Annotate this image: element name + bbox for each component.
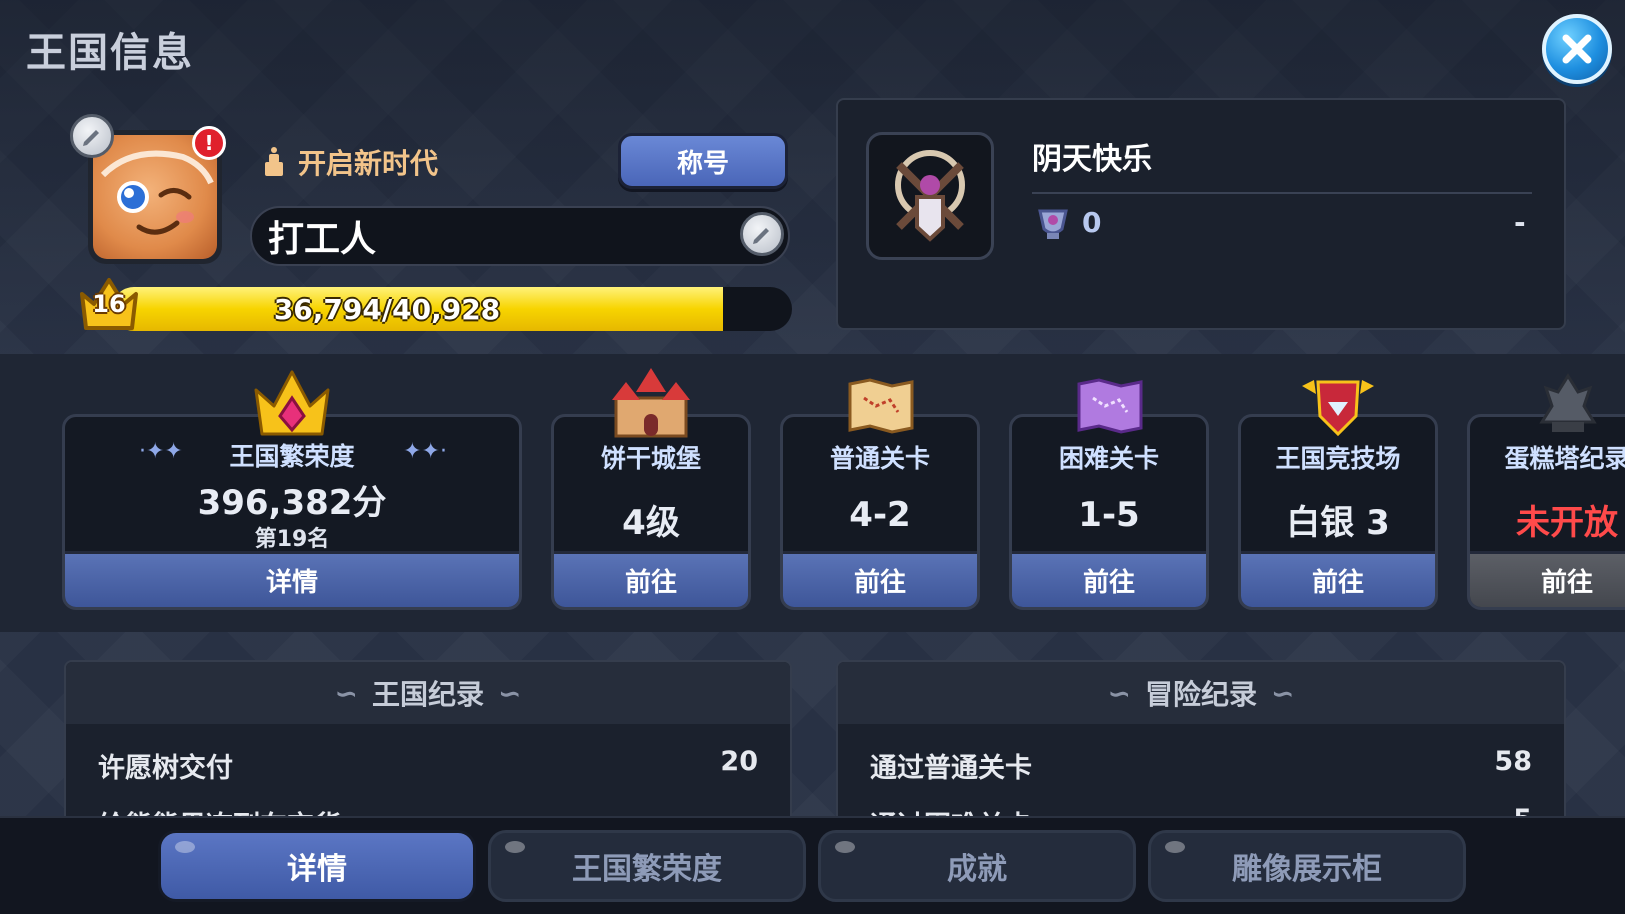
crown-icon [254, 370, 330, 436]
normal-stage-go-button[interactable]: 前往 [783, 551, 977, 607]
tab-details[interactable]: 详情 [158, 830, 476, 902]
swirl-left-icon: ∽ [334, 676, 358, 710]
card-value: 1-5 [1078, 495, 1140, 535]
hard-map-icon [1077, 378, 1143, 434]
card-value: 4级 [622, 503, 680, 543]
swirl-right-icon: ∽ [1271, 676, 1295, 710]
guild-divider [1032, 192, 1532, 194]
tab-label: 雕像展示柜 [1232, 852, 1382, 887]
record-row: 许愿树交付 20 [98, 746, 758, 785]
guild-emblem[interactable] [866, 132, 994, 260]
prosperity-rank: 第19名 [254, 527, 330, 552]
edit-avatar-button[interactable] [70, 114, 114, 158]
tab-label: 成就 [947, 852, 1007, 887]
close-button[interactable] [1542, 14, 1612, 84]
edit-name-button[interactable] [740, 212, 784, 256]
kingdom-record-header: ∽ 王国纪录 ∽ [66, 662, 790, 724]
record-row: 通过普通关卡 58 [870, 746, 1532, 785]
epithet-text: 开启新时代 [298, 147, 439, 180]
castle-go-button[interactable]: 前往 [554, 551, 748, 607]
record-label: 许愿树交付 [98, 753, 233, 784]
cake-tower-icon [1539, 373, 1597, 432]
card-prosperity: 王国繁荣度 ·✦✦ ✦✦· 396,382分 第19名 详情 [62, 414, 522, 610]
cake-tower-go-button[interactable]: 前往 [1470, 551, 1625, 607]
guild-name: 阴天快乐 [1032, 142, 1152, 177]
gloss-highlight [835, 841, 855, 853]
page-title: 王国信息 [26, 30, 194, 76]
epithet: 开启新时代 [262, 142, 438, 182]
card-arena: 王国竞技场 白银 3 前往 [1238, 414, 1438, 610]
card-castle: 饼干城堡 4级 前往 [551, 414, 751, 610]
swirl-right-icon: ∽ [498, 676, 522, 710]
adventure-record-title: 冒险纪录 [1144, 678, 1257, 711]
level-number: 16 [92, 290, 126, 318]
swirl-left-icon: ∽ [1107, 676, 1131, 710]
guild-rank: - [1514, 206, 1526, 239]
card-label: 王国竞技场 [1275, 444, 1401, 473]
kingdom-record-title: 王国纪录 [371, 678, 484, 711]
card-label: 王国繁荣度 [229, 442, 355, 471]
xp-text: 36,794/40,928 [273, 292, 501, 326]
title-button[interactable]: 称号 [618, 133, 788, 189]
card-value: 白银 3 [1286, 503, 1390, 543]
card-normal-stage: 普通关卡 4-2 前往 [780, 414, 980, 610]
card-label: 困难关卡 [1058, 444, 1159, 473]
card-hard-stage: 困难关卡 1-5 前往 [1009, 414, 1209, 610]
record-value: 20 [720, 746, 758, 777]
guild-score: 0 [1082, 206, 1102, 239]
tab-achievements[interactable]: 成就 [818, 830, 1136, 902]
card-cake-tower: 蛋糕塔纪录 未开放 前往 [1467, 414, 1625, 610]
record-label: 通过普通关卡 [870, 753, 1032, 784]
card-label: 普通关卡 [829, 444, 930, 473]
gloss-highlight [505, 841, 525, 853]
arena-go-button[interactable]: 前往 [1241, 551, 1435, 607]
tab-prosperity[interactable]: 王国繁荣度 [488, 830, 806, 902]
prosperity-details-button[interactable]: 详情 [65, 551, 519, 607]
close-icon [1562, 34, 1592, 64]
guild-crest-icon [895, 150, 965, 242]
tab-label: 王国繁荣度 [572, 852, 722, 887]
kingdom-name-field: 打工人 [250, 206, 790, 266]
kingdom-name: 打工人 [268, 219, 377, 260]
tab-label: 详情 [287, 852, 347, 887]
card-label: 蛋糕塔纪录 [1504, 444, 1625, 473]
card-value: 未开放 [1516, 503, 1618, 543]
adventure-record-header: ∽ 冒险纪录 ∽ [838, 662, 1564, 724]
tab-statue-showcase[interactable]: 雕像展示柜 [1148, 830, 1466, 902]
card-value: 396,382分 [197, 483, 387, 523]
cake-epithet-icon [265, 147, 283, 176]
map-icon [848, 378, 914, 434]
pencil-icon [753, 228, 769, 244]
gloss-highlight [175, 841, 195, 853]
pencil-icon [83, 130, 99, 146]
sparkle-right-icon: ✦✦· [403, 439, 447, 464]
gloss-highlight [1165, 841, 1185, 853]
arena-shield-icon [1302, 380, 1374, 437]
castle-icon [612, 368, 690, 438]
card-label: 饼干城堡 [600, 444, 701, 473]
hard-stage-go-button[interactable]: 前往 [1012, 551, 1206, 607]
card-value: 4-2 [849, 495, 911, 535]
record-value: 58 [1494, 746, 1532, 777]
guild-trophy-icon [1038, 209, 1068, 239]
alert-badge: ! [192, 126, 226, 160]
sparkle-left-icon: ·✦✦ [139, 439, 183, 464]
